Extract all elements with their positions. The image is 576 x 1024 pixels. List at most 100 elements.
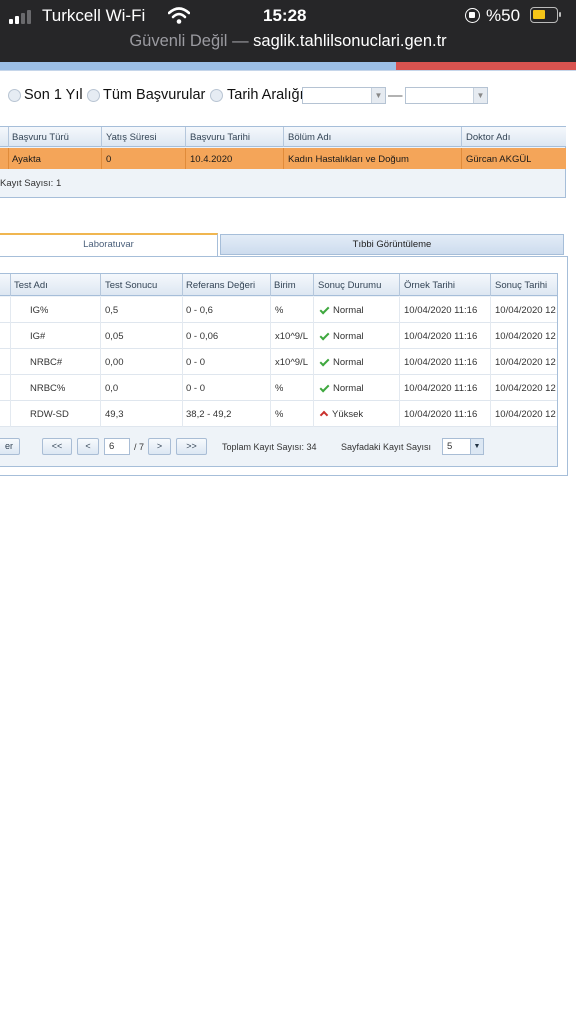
cell-unit: % — [275, 305, 284, 316]
cell-application-type: Ayakta — [12, 154, 41, 165]
radio-last-year[interactable] — [8, 89, 21, 102]
check-icon — [319, 331, 330, 341]
next-page-button[interactable]: > — [148, 438, 171, 455]
cell-status: Normal — [318, 305, 364, 316]
tab-medical-imaging[interactable]: Tıbbi Görüntüleme — [220, 234, 564, 255]
lab-results-header: Test Adı Test Sonucu Referans Değeri Bir… — [0, 274, 557, 296]
cell-reference: 0 - 0 — [186, 383, 206, 394]
cell-test-name: NRBC# — [30, 357, 63, 368]
cell-reference: 38,2 - 49,2 — [186, 409, 232, 420]
cell-unit: x10^9/L — [275, 331, 308, 342]
check-icon — [319, 383, 330, 393]
cell-application-date: 10.4.2020 — [190, 154, 233, 165]
cell-unit: x10^9/L — [275, 357, 308, 368]
page-header-button[interactable] — [396, 62, 576, 70]
battery-icon — [530, 7, 561, 23]
tab-laboratory[interactable]: Laboratuvar — [0, 233, 218, 257]
cell-status: Yüksek — [318, 409, 363, 420]
page-number-input[interactable]: 6 — [104, 438, 130, 455]
cell-status: Normal — [318, 357, 364, 368]
cell-test-name: NRBC% — [30, 383, 66, 394]
cell-reference: 0 - 0,06 — [186, 331, 219, 342]
radio-date-range[interactable] — [210, 89, 223, 102]
date-filter-row: Son 1 Yıl Tüm Başvurular Tarih Aralığı ▼… — [0, 86, 576, 106]
check-icon — [319, 357, 330, 367]
table-row[interactable]: NRBC% 0,0 0 - 0 % Normal 10/04/2020 11:1… — [0, 375, 557, 401]
cell-sample-date: 10/04/2020 11:16 — [404, 409, 478, 420]
table-row[interactable]: RDW-SD 49,3 38,2 - 49,2 % Yüksek 10/04/2… — [0, 401, 557, 427]
carrier-name: Turkcell Wi-Fi — [42, 6, 146, 25]
cell-result-date: 10/04/2020 12 — [495, 383, 556, 394]
table-row[interactable]: IG# 0,05 0 - 0,06 x10^9/L Normal 10/04/2… — [0, 323, 557, 349]
status-label: Normal — [333, 383, 364, 394]
url-domain: saglik.tahlilsonuclari.gen.tr — [253, 32, 447, 50]
address-bar[interactable]: Güvenli Değil — saglik.tahlilsonuclari.g… — [0, 32, 576, 51]
cell-status: Normal — [318, 331, 364, 342]
applications-header: Başvuru Türü Yatış Süresi Başvuru Tarihi… — [0, 127, 566, 147]
cell-test-name: RDW-SD — [30, 409, 69, 420]
cell-sample-date: 10/04/2020 11:16 — [404, 357, 478, 368]
column-header[interactable]: Referans Değeri — [186, 280, 255, 291]
range-separator: — — [388, 88, 403, 104]
cell-test-result: 0,00 — [105, 357, 124, 368]
column-header[interactable]: Başvuru Türü — [12, 132, 69, 143]
column-header[interactable]: Doktor Adı — [466, 132, 510, 143]
column-header[interactable]: Örnek Tarihi — [404, 280, 455, 291]
start-date-select[interactable]: ▼ — [302, 87, 386, 104]
cell-test-result: 0,0 — [105, 383, 119, 394]
page-size-select[interactable]: 5 ▼ — [442, 438, 484, 455]
cell-test-result: 0,05 — [105, 331, 124, 342]
column-header[interactable]: Bölüm Adı — [288, 132, 331, 143]
wifi-icon — [168, 7, 190, 24]
cell-reference: 0 - 0 — [186, 357, 206, 368]
security-label: Güvenli Değil — [129, 32, 228, 50]
table-row[interactable]: NRBC# 0,00 0 - 0 x10^9/L Normal 10/04/20… — [0, 349, 557, 375]
radio-all-applications[interactable] — [87, 89, 100, 102]
check-icon — [319, 305, 330, 315]
cell-result-date: 10/04/2020 12 — [495, 331, 556, 342]
total-records: Toplam Kayıt Sayısı: 34 — [222, 442, 317, 452]
status-label: Yüksek — [332, 409, 364, 420]
refresh-button[interactable]: er — [0, 438, 20, 455]
page-size-label: Sayfadaki Kayıt Sayısı — [341, 442, 432, 452]
cell-reference: 0 - 0,6 — [186, 305, 213, 316]
column-header[interactable]: Başvuru Tarihi — [190, 132, 250, 143]
cell-test-name: IG% — [30, 305, 49, 316]
column-header[interactable]: Sonuç Tarihi — [495, 280, 547, 291]
cell-sample-date: 10/04/2020 11:16 — [404, 305, 478, 316]
lab-results-grid: Test Adı Test Sonucu Referans Değeri Bir… — [0, 273, 558, 467]
arrow-up-icon — [319, 411, 329, 420]
radio-label-all-applications: Tüm Başvurular — [103, 87, 206, 103]
column-header[interactable]: Sonuç Durumu — [318, 280, 381, 291]
end-date-select[interactable]: ▼ — [405, 87, 488, 104]
cell-doctor: Gürcan AKGÜL — [466, 154, 532, 165]
table-row[interactable]: IG% 0,5 0 - 0,6 % Normal 10/04/2020 11:1… — [0, 297, 557, 323]
cell-test-result: 49,3 — [105, 409, 124, 420]
cell-result-date: 10/04/2020 12 — [495, 305, 556, 316]
prev-page-button[interactable]: < — [77, 438, 99, 455]
cell-result-date: 10/04/2020 12 — [495, 357, 556, 368]
record-count: Kayıt Sayısı: 1 — [0, 178, 62, 189]
applications-grid: Başvuru Türü Yatış Süresi Başvuru Tarihi… — [0, 126, 566, 198]
column-header[interactable]: Test Adı — [14, 280, 48, 291]
cell-department: Kadın Hastalıkları ve Doğum — [288, 154, 409, 165]
total-pages: / 7 — [134, 442, 145, 452]
column-header[interactable]: Test Sonucu — [105, 280, 157, 291]
cell-sample-date: 10/04/2020 11:16 — [404, 331, 478, 342]
cell-sample-date: 10/04/2020 11:16 — [404, 383, 478, 394]
first-page-button[interactable]: << — [42, 438, 72, 455]
cell-test-name: IG# — [30, 331, 46, 342]
table-row[interactable]: Ayakta 0 10.4.2020 Kadın Hastalıkları ve… — [0, 148, 566, 169]
column-header[interactable]: Yatış Süresi — [106, 132, 157, 143]
page-header-band — [0, 62, 396, 70]
column-header[interactable]: Birim — [274, 280, 296, 291]
last-page-button[interactable]: >> — [176, 438, 207, 455]
cell-stay-duration: 0 — [106, 154, 112, 165]
orientation-lock-icon — [465, 8, 480, 23]
pager: er << < 6 / 7 > >> Toplam Kayıt Sayısı: … — [0, 434, 557, 464]
cell-unit: % — [275, 409, 284, 420]
cell-status: Normal — [318, 383, 364, 394]
system-header: Turkcell Wi-Fi 15:28 %50 Güvenli Değil —… — [0, 0, 576, 62]
url-separator: — — [232, 32, 249, 50]
divider — [0, 70, 576, 71]
